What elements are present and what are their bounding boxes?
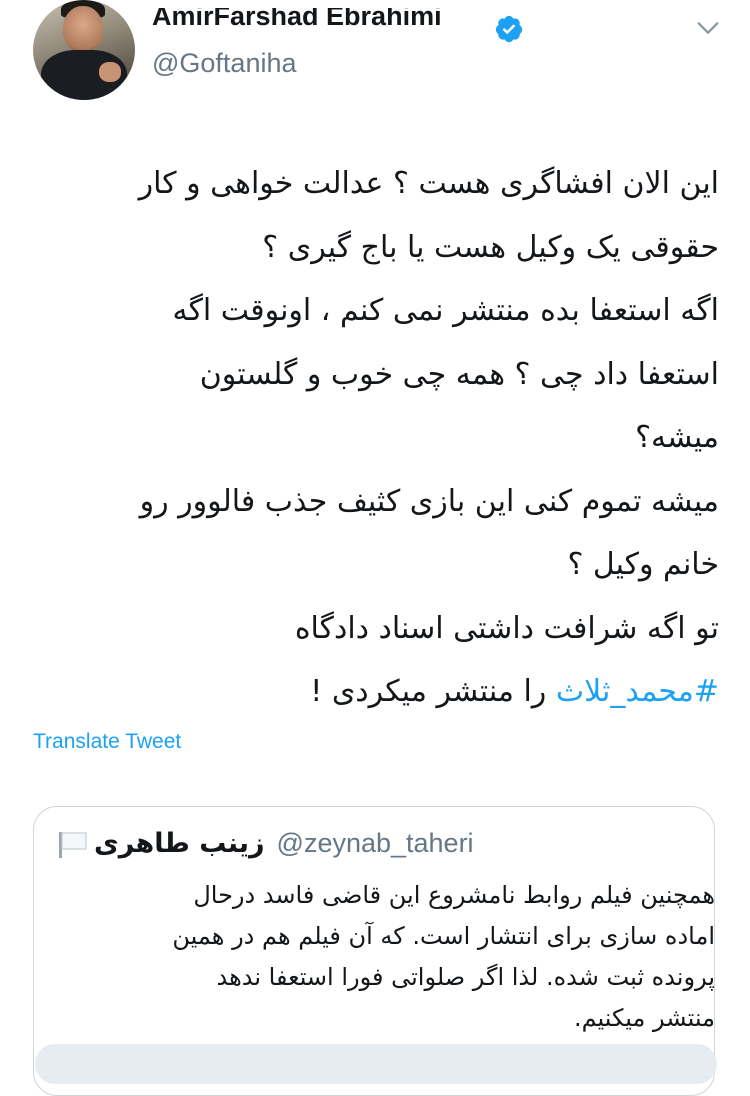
tweet-line: این الان افشاگری هست ؟ عدالت خواهی و کار [138, 166, 719, 201]
quoted-author-handle: @zeynab_taheri [276, 827, 474, 858]
tweet-text: این الان افشاگری هست ؟ عدالت خواهی و کار… [20, 152, 719, 724]
quoted-line: پرونده ثبت شده. لذا اگر صلواتی فورا استع… [216, 963, 715, 991]
quoted-author-name: زینب طاهری [94, 827, 265, 859]
quoted-line: منتشر میکنیم. [573, 1004, 715, 1032]
white-flag-icon [59, 832, 87, 858]
chevron-down-icon[interactable] [694, 14, 722, 42]
hashtag-link[interactable]: #محمد_ثلاث [556, 674, 719, 709]
quoted-line: اماده سازی برای انتشار است. که آن فیلم ه… [172, 922, 715, 950]
verified-badge-icon [495, 15, 523, 43]
quoted-tweet-header: زینب طاهری @zeynab_taheri [94, 827, 474, 859]
tweet-line: میشه تموم کنی این بازی کثیف جذب فالوور ر… [139, 483, 719, 519]
author-avatar[interactable] [33, 0, 135, 100]
translate-tweet-link[interactable]: Translate Tweet [33, 730, 181, 754]
author-handle[interactable]: @Goftaniha [152, 48, 297, 79]
avatar-face [63, 6, 103, 52]
tweet-line: استعفا داد چی ؟ همه چی خوب و گلستون [199, 356, 719, 392]
tweet-line-rest: را منتشر میکردی ! [310, 674, 556, 709]
tweet-line-last: #محمد_ثلاث را منتشر میکردی ! [20, 660, 719, 724]
tweet-line: تو اگه شرافت داشتی اسناد دادگاه [294, 610, 719, 646]
tweet-line: اگه استعفا بده منتشر نمی کنم ، اونوقت اگ… [172, 293, 719, 328]
reply-input[interactable] [35, 1044, 717, 1084]
avatar-hand [99, 62, 121, 82]
author-name[interactable]: AmirFarshad Ebrahimi [152, 8, 442, 42]
tweet-line: میشه؟ [635, 420, 719, 455]
tweet-line: حقوقی یک وکیل هست یا باج گیری ؟ [262, 229, 719, 265]
tweet-line: خانم وکیل ؟ [567, 547, 719, 582]
quoted-line: همچنین فیلم روابط نامشروع این قاضی فاسد … [193, 881, 715, 909]
quoted-tweet-text: همچنین فیلم روابط نامشروع این قاضی فاسد … [52, 875, 715, 1039]
